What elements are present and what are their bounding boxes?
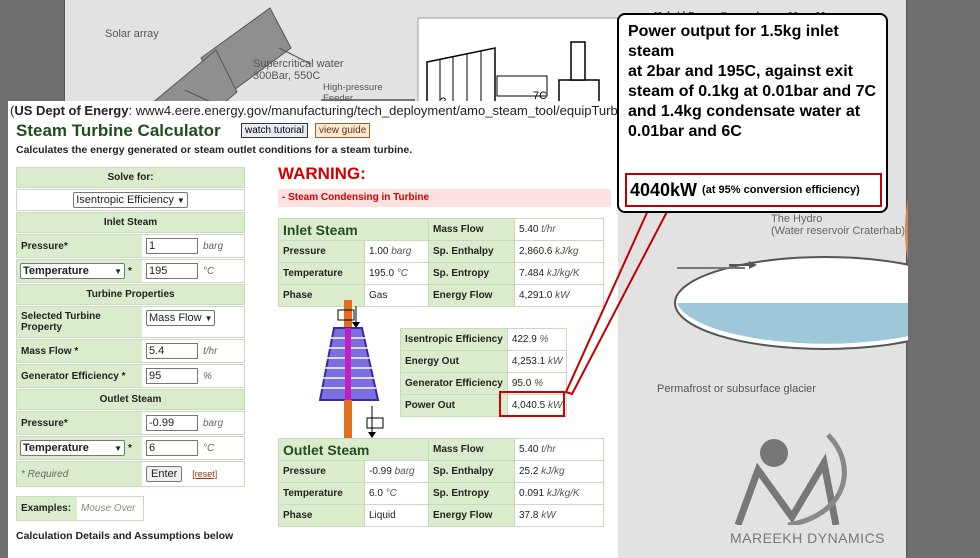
callout-text: Power output for 1.5kg inlet steam at 2b… [628, 23, 877, 140]
logo-text: MAREEKH DYNAMICS [730, 530, 886, 546]
callout-result-note: (at 95% conversion efficiency) [702, 184, 860, 196]
annotation-callout: Power output for 1.5kg inlet steam at 2b… [617, 13, 888, 213]
mareekh-logo-icon [734, 433, 847, 525]
callout-result-value: 4040kW [630, 179, 698, 200]
screenshot-frame: Hybrid Power Generation on Mars-Moon Sol… [0, 0, 980, 558]
callout-result-box: 4040kW (at 95% conversion efficiency) [625, 173, 882, 207]
callout-pointer [564, 205, 672, 396]
